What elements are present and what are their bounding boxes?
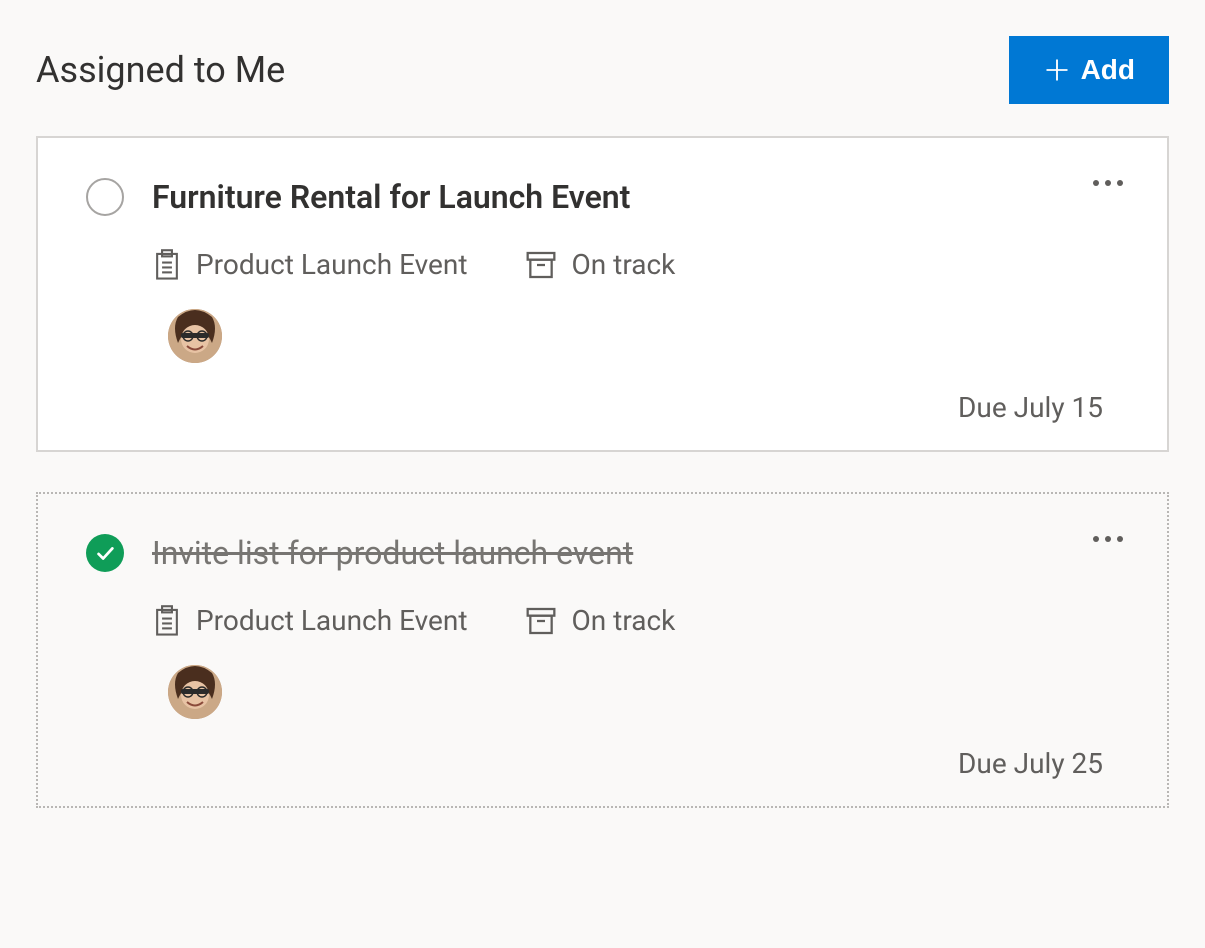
more-options-button[interactable] bbox=[1093, 180, 1123, 186]
task-assignees bbox=[168, 309, 1119, 363]
task-title: Furniture Rental for Launch Event bbox=[152, 178, 630, 216]
task-project-label: Product Launch Event bbox=[196, 604, 467, 637]
clipboard-icon bbox=[152, 605, 182, 637]
task-card[interactable]: Furniture Rental for Launch Event Produc… bbox=[36, 136, 1169, 452]
task-assignees bbox=[168, 665, 1119, 719]
task-meta: Product Launch Event On track bbox=[152, 604, 1119, 637]
archive-icon bbox=[525, 250, 557, 280]
task-project: Product Launch Event bbox=[152, 604, 467, 637]
task-title-row: Furniture Rental for Launch Event bbox=[86, 178, 1119, 216]
task-status: On track bbox=[525, 604, 675, 637]
archive-icon bbox=[525, 606, 557, 636]
header: Assigned to Me Add bbox=[36, 36, 1169, 104]
avatar[interactable] bbox=[168, 309, 222, 363]
complete-toggle[interactable] bbox=[86, 178, 124, 216]
task-title-row: Invite list for product launch event bbox=[86, 534, 1119, 572]
task-status-label: On track bbox=[571, 604, 675, 637]
page-title: Assigned to Me bbox=[36, 49, 285, 91]
task-card[interactable]: Invite list for product launch event Pro… bbox=[36, 492, 1169, 808]
add-button-label: Add bbox=[1081, 54, 1135, 86]
complete-toggle[interactable] bbox=[86, 534, 124, 572]
plus-icon bbox=[1043, 56, 1071, 84]
task-due: Due July 25 bbox=[86, 747, 1103, 780]
task-due: Due July 15 bbox=[86, 391, 1103, 424]
more-options-button[interactable] bbox=[1093, 536, 1123, 542]
avatar[interactable] bbox=[168, 665, 222, 719]
add-button[interactable]: Add bbox=[1009, 36, 1169, 104]
check-icon bbox=[94, 542, 116, 564]
task-meta: Product Launch Event On track bbox=[152, 248, 1119, 281]
task-status: On track bbox=[525, 248, 675, 281]
clipboard-icon bbox=[152, 249, 182, 281]
task-project: Product Launch Event bbox=[152, 248, 467, 281]
task-title: Invite list for product launch event bbox=[152, 534, 633, 572]
task-project-label: Product Launch Event bbox=[196, 248, 467, 281]
task-status-label: On track bbox=[571, 248, 675, 281]
